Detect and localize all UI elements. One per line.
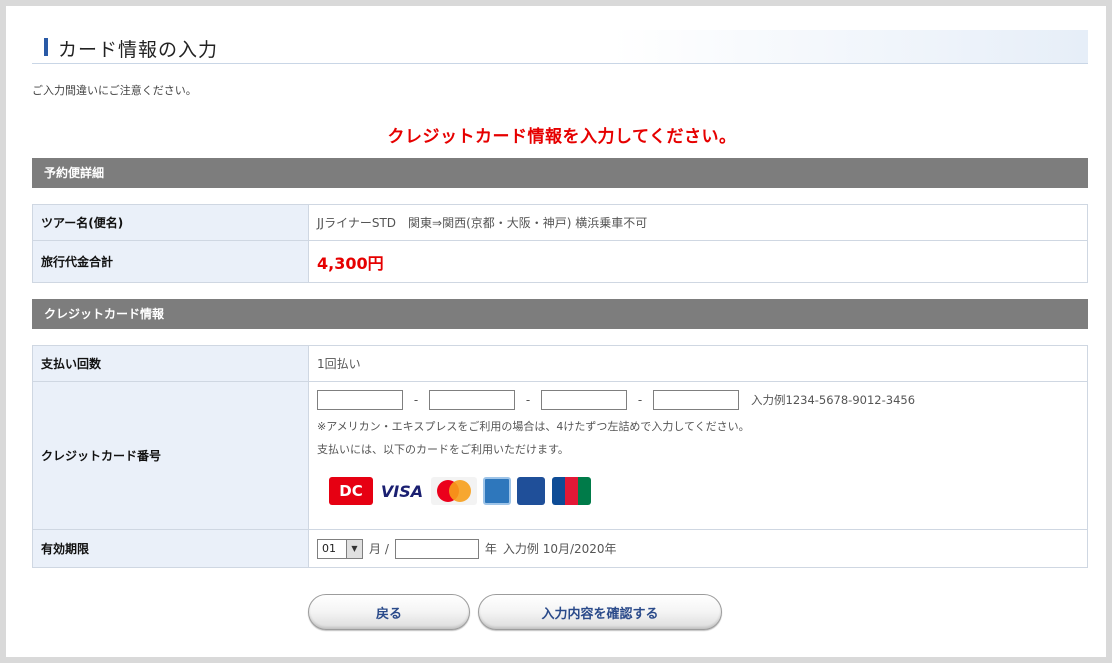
table-row: 旅行代金合計 4,300円: [32, 240, 1088, 283]
card-dash: -: [525, 393, 531, 407]
chevron-down-icon[interactable]: ▼: [346, 539, 362, 558]
amex-note: ※アメリカン・エキスプレスをご利用の場合は、4けたずつ左詰めで入力してください。: [317, 420, 750, 433]
section-header-credit: クレジットカード情報: [32, 299, 1088, 329]
card-dash: -: [413, 393, 419, 407]
card-number-example: 入力例1234-5678-9012-3456: [751, 393, 916, 407]
card-brand-icon: [517, 477, 545, 505]
expiry-month-unit: 月 /: [369, 542, 389, 556]
expiry-month-value: 01: [322, 542, 336, 555]
dc-card-icon: DC: [329, 477, 373, 505]
tour-name-value: JJライナーSTD 関東⇒関西(京都・大阪・神戸) 横浜乗車不可: [308, 204, 1088, 241]
expiry-group: 01 ▼ 月 / 年 入力例 10月/2020年: [317, 538, 1087, 559]
total-price-value: 4,300円: [317, 253, 384, 273]
expiry-year-input[interactable]: [394, 538, 479, 559]
reservation-table: ツアー名(便名) JJライナーSTD 関東⇒関西(京都・大阪・神戸) 横浜乗車不…: [32, 204, 1088, 283]
card-number-input-1[interactable]: [317, 390, 403, 410]
back-button[interactable]: 戻る: [308, 594, 470, 630]
card-number-group: - - - 入力例1234-5678-9012-3456: [317, 389, 1087, 411]
installments-value: 1回払い: [308, 345, 1088, 382]
page-title: カード情報の入力: [58, 39, 219, 61]
table-row: 支払い回数 1回払い: [32, 345, 1088, 382]
table-row: クレジットカード番号 - - - 入力例1234-5678-9012-3456 …: [32, 381, 1088, 530]
expiry-month-select[interactable]: 01 ▼: [317, 538, 363, 559]
section-header-reservation: 予約便詳細: [32, 158, 1088, 188]
jcb-card-icon: [551, 477, 591, 505]
card-number-label: クレジットカード番号: [32, 381, 309, 530]
alert-message: クレジットカード情報を入力してください。: [387, 127, 737, 147]
expiry-label: 有効期限: [32, 529, 309, 568]
card-number-input-3[interactable]: [541, 390, 627, 410]
installments-label: 支払い回数: [32, 345, 309, 382]
page-title-bar: カード情報の入力: [32, 30, 1088, 64]
confirm-button[interactable]: 入力内容を確認する: [478, 594, 722, 630]
visa-card-icon: VISA: [380, 481, 424, 501]
expiry-example: 入力例 10月/2020年: [502, 542, 617, 556]
amex-card-icon: [483, 477, 511, 505]
page-frame: カード情報の入力 ご入力間違いにご注意ください。 クレジットカード情報を入力して…: [0, 0, 1112, 663]
input-caution-note: ご入力間違いにご注意ください。: [32, 84, 197, 97]
table-row: 有効期限 01 ▼ 月 / 年 入力例 10月/2020年: [32, 529, 1088, 568]
card-number-input-2[interactable]: [429, 390, 515, 410]
title-mark: [44, 38, 48, 56]
credit-table: 支払い回数 1回払い クレジットカード番号 - - - 入力例1234-5678…: [32, 345, 1088, 568]
expiry-year-unit: 年: [484, 542, 497, 556]
mastercard-icon: [431, 477, 477, 505]
card-dash: -: [637, 393, 643, 407]
card-brand-logos: DC VISA: [317, 477, 1087, 505]
total-price-label: 旅行代金合計: [32, 240, 309, 283]
table-row: ツアー名(便名) JJライナーSTD 関東⇒関西(京都・大阪・神戸) 横浜乗車不…: [32, 204, 1088, 241]
tour-name-label: ツアー名(便名): [32, 204, 309, 241]
brands-note: 支払いには、以下のカードをご利用いただけます。: [317, 443, 569, 456]
card-number-input-4[interactable]: [653, 390, 739, 410]
